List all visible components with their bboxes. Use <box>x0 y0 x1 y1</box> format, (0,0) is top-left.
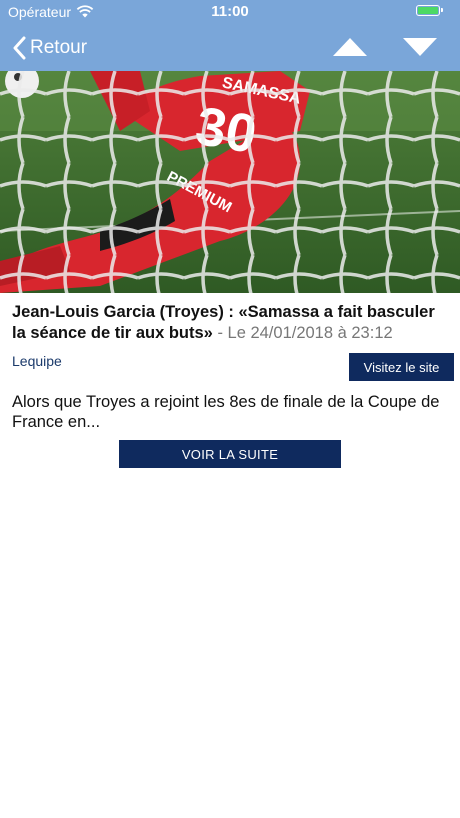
article-photo: SAMASSA 30 PREMIUM <box>0 71 460 293</box>
status-bar: Opérateur 11:00 <box>0 0 460 24</box>
visit-site-button[interactable]: Visitez le site <box>349 353 454 381</box>
clock: 11:00 <box>211 3 249 20</box>
back-label: Retour <box>30 37 88 58</box>
top-bar: Opérateur 11:00 Retour <box>0 0 460 71</box>
back-button[interactable]: Retour <box>12 34 87 62</box>
nav-bar: Retour <box>0 24 460 71</box>
chevron-left-icon <box>13 36 26 60</box>
read-more-button[interactable]: VOIR LA SUITE <box>119 440 341 468</box>
source-link[interactable]: Lequipe <box>12 353 62 369</box>
arrow-up-icon[interactable] <box>332 37 368 57</box>
battery-icon <box>416 5 443 16</box>
article-title[interactable]: Jean-Louis Garcia (Troyes) : «Samassa a … <box>12 302 452 344</box>
article-excerpt: Alors que Troyes a rejoint les 8es de fi… <box>12 393 440 431</box>
arrow-down-icon[interactable] <box>402 37 438 57</box>
article-date: - Le 24/01/2018 à 23:12 <box>217 324 393 342</box>
